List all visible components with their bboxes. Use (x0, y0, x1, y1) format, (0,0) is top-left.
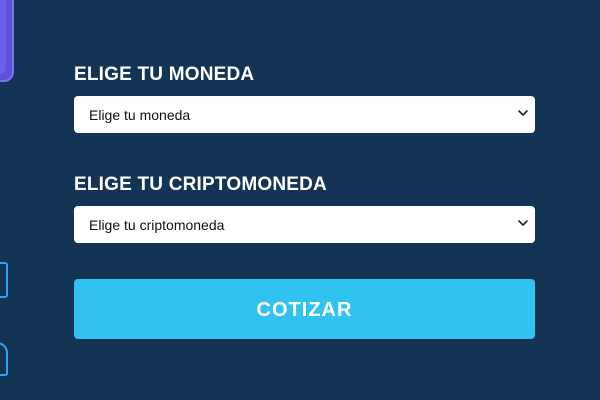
decorative-purple-shape (0, 0, 14, 82)
crypto-select-value: Elige tu criptomoneda (89, 217, 225, 233)
quote-button[interactable]: COTIZAR (74, 279, 535, 339)
currency-select[interactable]: Elige tu moneda (74, 96, 535, 133)
currency-select-value: Elige tu moneda (89, 107, 191, 123)
crypto-label: ELIGE TU CRIPTOMONEDA (74, 174, 327, 195)
chevron-down-icon (518, 220, 528, 226)
decorative-outline-shape (0, 342, 8, 376)
currency-label: ELIGE TU MONEDA (74, 64, 255, 85)
decorative-outline-shape (0, 262, 8, 298)
chevron-down-icon (518, 110, 528, 116)
crypto-select[interactable]: Elige tu criptomoneda (74, 206, 535, 243)
